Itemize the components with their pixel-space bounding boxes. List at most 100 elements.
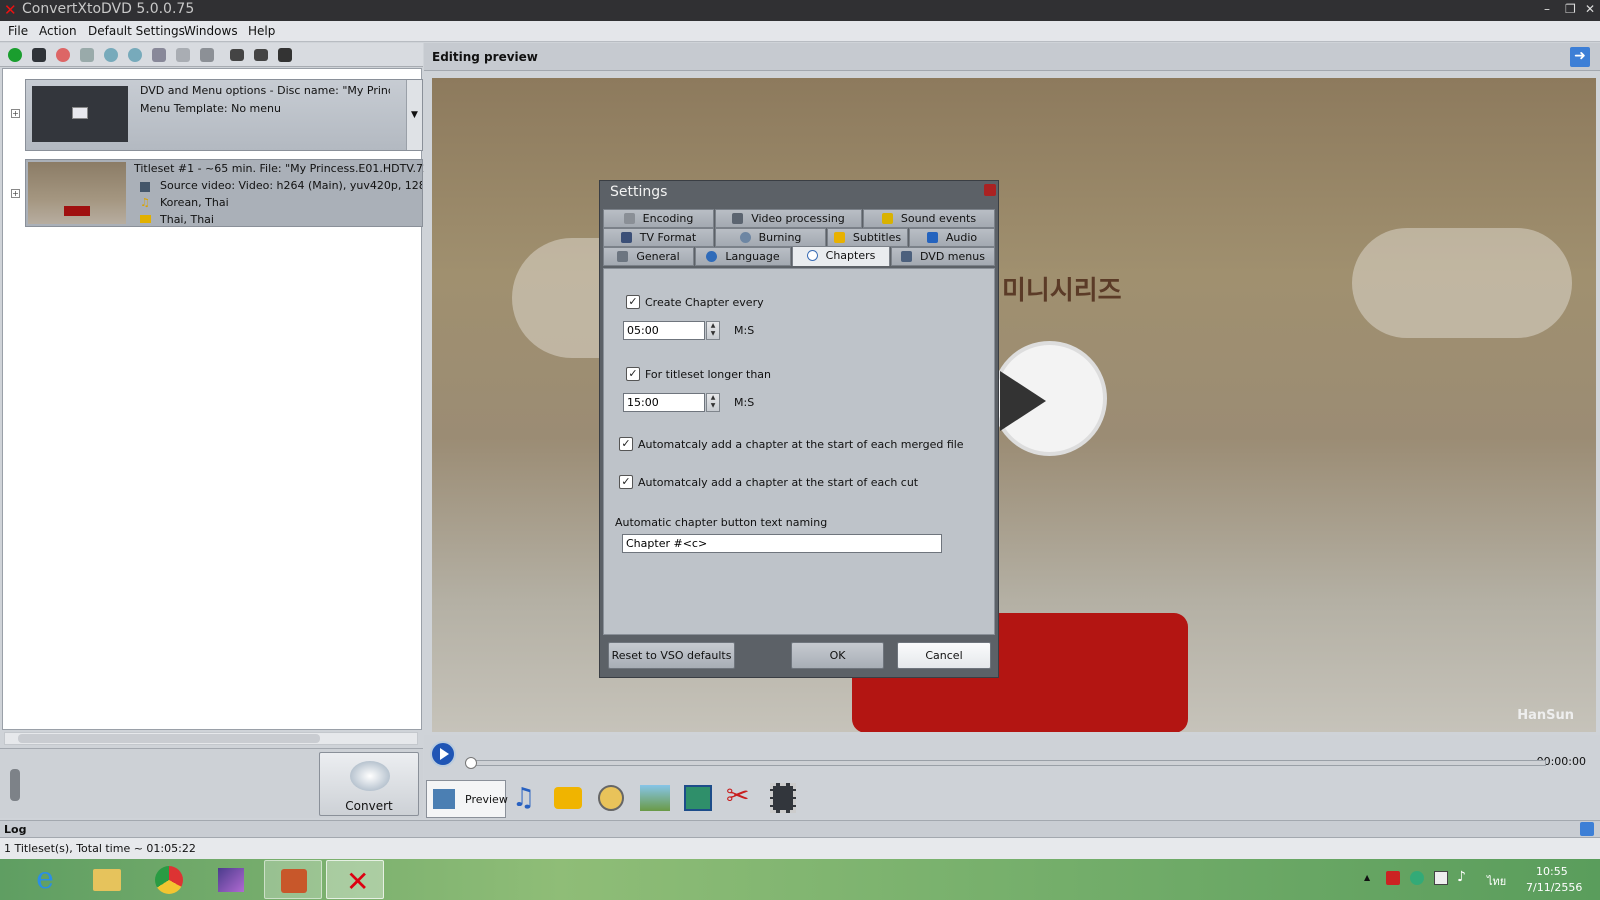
- cancel-button[interactable]: Cancel: [897, 642, 991, 669]
- subtitles-tab-icon[interactable]: [554, 787, 582, 809]
- volume-icon[interactable]: ♪: [1457, 869, 1466, 885]
- merged-file-checkbox[interactable]: ✓: [619, 437, 633, 451]
- clock-time[interactable]: 10:55: [1536, 865, 1568, 878]
- menu-icon: [901, 251, 913, 262]
- menu-action[interactable]: Action: [39, 24, 77, 38]
- preview-tab[interactable]: Preview: [426, 780, 508, 818]
- status-text: 1 Titleset(s), Total time ~ 01:05:22: [4, 842, 196, 855]
- titleset-subtitle-info: Thai, Thai: [160, 213, 214, 226]
- titleset-longer-input[interactable]: [623, 393, 705, 412]
- tab-chapters[interactable]: Chapters: [792, 246, 890, 266]
- language-indicator[interactable]: ไทย: [1487, 872, 1506, 890]
- castle-app-icon[interactable]: [264, 860, 322, 899]
- film-tab-icon[interactable]: [770, 783, 796, 813]
- media-player-icon[interactable]: [202, 860, 260, 899]
- tray-expand-icon[interactable]: ▲: [1364, 873, 1370, 882]
- tab-video-processing[interactable]: Video processing: [715, 209, 862, 228]
- restore-button[interactable]: ❐: [1565, 2, 1576, 16]
- card-dropdown-icon[interactable]: ▼: [406, 80, 422, 150]
- explorer-icon[interactable]: [78, 860, 136, 899]
- crop-tab-icon[interactable]: [684, 785, 712, 811]
- tab-subtitles[interactable]: Subtitles: [827, 228, 908, 247]
- arrow-right-icon[interactable]: ➜: [1570, 47, 1590, 67]
- tab-burning[interactable]: Burning: [715, 228, 826, 247]
- merge-icon[interactable]: [80, 48, 94, 62]
- action-center-icon[interactable]: [1386, 871, 1400, 885]
- tab-audio[interactable]: Audio: [909, 228, 995, 247]
- ie-icon[interactable]: e: [16, 860, 74, 899]
- tab-dvd-menus[interactable]: DVD menus: [891, 247, 995, 266]
- convertxtodvd-task-icon[interactable]: ✕: [326, 860, 384, 899]
- properties-icon[interactable]: [176, 48, 190, 62]
- expand-dvd-icon[interactable]: +: [11, 109, 20, 118]
- window-title: ConvertXtoDVD 5.0.0.75: [22, 1, 195, 17]
- each-cut-label: Automatcaly add a chapter at the start o…: [638, 476, 919, 489]
- create-chapter-interval-input[interactable]: [623, 321, 705, 340]
- clock-date[interactable]: 7/11/2556: [1526, 881, 1582, 894]
- play-icon[interactable]: [430, 741, 456, 767]
- thumbnail-red-object: [64, 206, 90, 216]
- ok-button[interactable]: OK: [791, 642, 884, 669]
- view-detail-icon[interactable]: [254, 49, 268, 61]
- image-tab-icon[interactable]: [640, 785, 670, 811]
- log-expand-icon[interactable]: [1580, 822, 1594, 836]
- network-icon[interactable]: [1434, 871, 1448, 885]
- tab-audio-label: Audio: [945, 231, 978, 244]
- preview-image-icon: [433, 789, 455, 809]
- gear-icon: [623, 213, 635, 224]
- menu-file[interactable]: File: [8, 24, 28, 38]
- tools-icon[interactable]: [152, 48, 166, 62]
- convert-label: Convert: [345, 799, 393, 813]
- dvd-card-template: Menu Template: No menu: [140, 102, 281, 115]
- close-button[interactable]: ✕: [1585, 2, 1595, 16]
- reset-defaults-button[interactable]: Reset to VSO defaults: [608, 642, 735, 669]
- titleset-card[interactable]: Titleset #1 - ~65 min. File: "My Princes…: [25, 159, 424, 227]
- dvd-card-title: DVD and Menu options - Disc name: "My Pr…: [140, 84, 390, 97]
- watermark: HanSun: [1517, 708, 1574, 723]
- menu-help[interactable]: Help: [248, 24, 275, 38]
- naming-input[interactable]: [622, 534, 942, 553]
- titleset-longer-unit: M:S: [734, 396, 755, 409]
- convert-disc-icon: [350, 761, 390, 791]
- tab-encoding[interactable]: Encoding: [603, 209, 714, 228]
- cut-tab-icon[interactable]: ✂: [726, 781, 756, 813]
- each-cut-checkbox[interactable]: ✓: [619, 475, 633, 489]
- view-thumb-icon[interactable]: [278, 48, 292, 62]
- menu-windows[interactable]: Windows: [184, 24, 238, 38]
- convert-button[interactable]: Convert: [319, 752, 419, 816]
- monitor-icon[interactable]: [200, 48, 214, 62]
- add-icon[interactable]: [8, 48, 22, 62]
- menu-bar: File Action Default Settings Windows Hel…: [0, 21, 1600, 42]
- tray-app-icon[interactable]: [1410, 871, 1424, 885]
- move-up-icon[interactable]: [128, 48, 142, 62]
- menu-default-settings[interactable]: Default Settings: [88, 24, 185, 38]
- tab-general[interactable]: General: [603, 247, 694, 266]
- subtitle-icon: [833, 232, 845, 243]
- tree-scroll-thumb[interactable]: [18, 734, 320, 743]
- tab-sound-events[interactable]: Sound events: [863, 209, 995, 228]
- preview-tabs: Preview ♫ ✂: [424, 779, 1600, 819]
- save-icon[interactable]: [32, 48, 46, 62]
- globe-icon: [706, 251, 718, 262]
- minimize-button[interactable]: –: [1544, 2, 1550, 16]
- chrome-icon[interactable]: [140, 860, 198, 899]
- chapters-tab-icon[interactable]: [598, 785, 624, 811]
- create-chapter-checkbox[interactable]: ✓: [626, 295, 640, 309]
- tab-tv-format[interactable]: TV Format: [603, 228, 714, 247]
- view-list-icon[interactable]: [230, 49, 244, 61]
- tab-language[interactable]: Language: [695, 247, 791, 266]
- titleset-longer-spinner[interactable]: ▲ ▼: [706, 393, 720, 412]
- seek-bar[interactable]: [470, 760, 1546, 766]
- title-bar: ✕ ConvertXtoDVD 5.0.0.75 – ❐ ✕: [0, 0, 1600, 21]
- cloud-shape: [1352, 228, 1572, 338]
- music-tab-icon[interactable]: ♫: [512, 783, 542, 815]
- create-chapter-spinner[interactable]: ▲ ▼: [706, 321, 720, 340]
- dvd-menu-card[interactable]: DVD and Menu options - Disc name: "My Pr…: [25, 79, 423, 151]
- remove-icon[interactable]: [56, 48, 70, 62]
- dialog-close-icon[interactable]: [984, 184, 996, 196]
- expand-titleset-icon[interactable]: +: [11, 189, 20, 198]
- titleset-longer-checkbox[interactable]: ✓: [626, 367, 640, 381]
- seek-handle[interactable]: [465, 757, 477, 769]
- move-down-icon[interactable]: [104, 48, 118, 62]
- big-play-icon[interactable]: [992, 341, 1107, 456]
